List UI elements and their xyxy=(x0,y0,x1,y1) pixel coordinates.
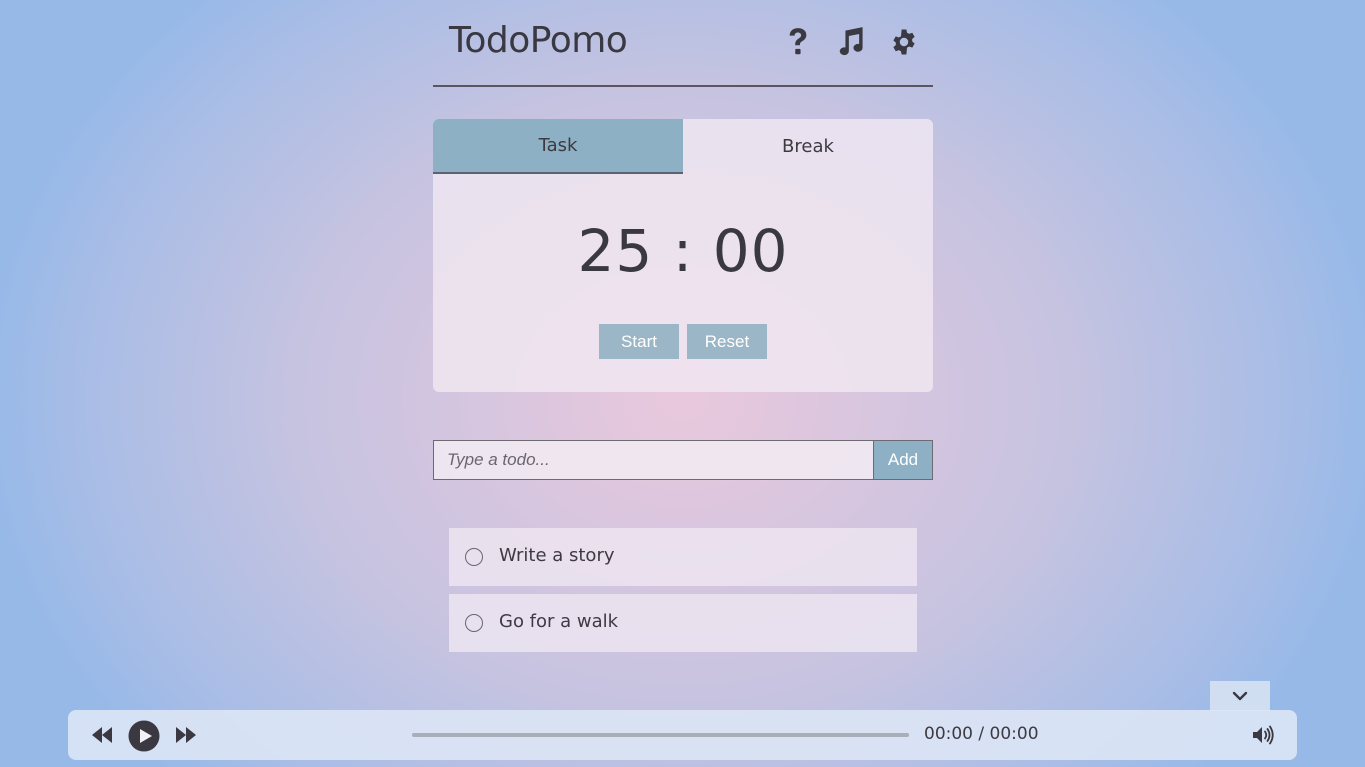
reset-button[interactable]: Reset xyxy=(687,324,767,359)
playback-progress-bar[interactable] xyxy=(412,733,909,737)
tab-task[interactable]: Task xyxy=(433,119,683,174)
chevron-down-icon xyxy=(1232,691,1248,701)
app-header: TodoPomo xyxy=(433,0,933,87)
todo-input[interactable] xyxy=(433,440,874,480)
todo-checkbox[interactable] xyxy=(465,614,483,632)
volume-icon[interactable] xyxy=(1252,725,1276,749)
play-icon[interactable] xyxy=(128,720,160,756)
collapse-player-button[interactable] xyxy=(1210,681,1270,711)
fast-forward-icon[interactable] xyxy=(175,725,197,749)
help-icon[interactable] xyxy=(783,26,813,58)
music-icon[interactable] xyxy=(835,26,865,58)
settings-icon[interactable] xyxy=(889,26,919,58)
playback-time: 00:00 / 00:00 xyxy=(924,724,1039,744)
todo-text: Go for a walk xyxy=(499,611,619,632)
rewind-icon[interactable] xyxy=(91,725,113,749)
todo-checkbox[interactable] xyxy=(465,548,483,566)
tab-task-label: Task xyxy=(538,135,578,156)
todo-text: Write a story xyxy=(499,545,615,566)
audio-player: 00:00 / 00:00 xyxy=(68,710,1297,760)
todo-item: Write a story xyxy=(449,528,917,586)
add-todo-button[interactable]: Add xyxy=(873,440,933,480)
tab-break[interactable]: Break xyxy=(683,119,933,174)
todo-form: Add xyxy=(433,440,933,480)
app-title: TodoPomo xyxy=(449,20,628,61)
tab-break-label: Break xyxy=(782,136,834,157)
start-button[interactable]: Start xyxy=(599,324,679,359)
timer-display: 25 : 00 xyxy=(577,217,789,285)
todo-item: Go for a walk xyxy=(449,594,917,652)
timer-card: Task Break 25 : 00 Start Reset xyxy=(433,119,933,392)
